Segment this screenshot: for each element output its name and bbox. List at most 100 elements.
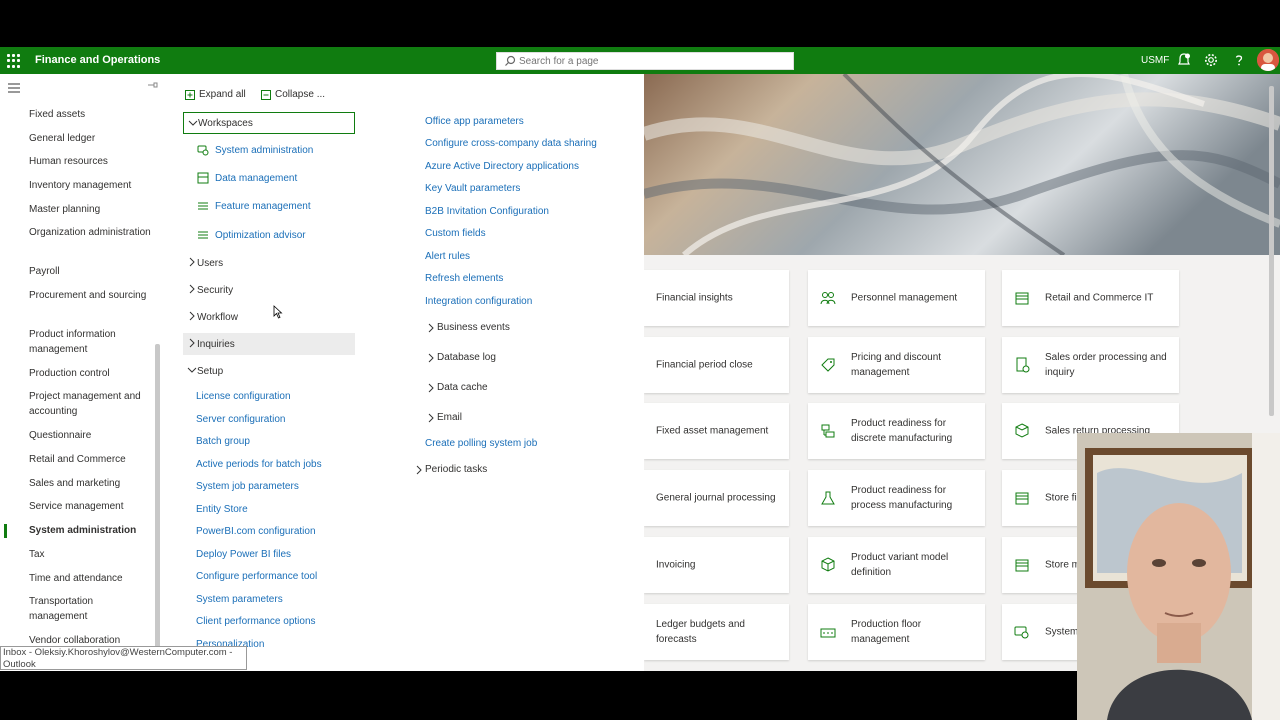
group-workspaces[interactable]: Workspaces (183, 112, 355, 134)
company-selector[interactable]: USMF (1141, 55, 1169, 66)
setup-link[interactable]: Server configuration (196, 414, 286, 425)
top-navigation-bar: Finance and Operations USMF (0, 47, 1280, 74)
setup-link[interactable]: B2B Invitation Configuration (425, 206, 549, 217)
screen: Finance and Operations USMF Fixed assets… (0, 0, 1280, 720)
setup-link[interactable]: Batch group (196, 436, 250, 447)
pin-icon[interactable] (148, 80, 158, 90)
nav-item-sales-and-marketing[interactable]: Sales and marketing (29, 476, 154, 491)
setup-link[interactable]: Entity Store (196, 504, 248, 515)
gear-icon[interactable] (1203, 52, 1219, 68)
tile-sales-order-processing[interactable]: Sales order processing and inquiry (1002, 337, 1179, 393)
subgroup-business-events[interactable]: Business events (428, 322, 510, 333)
nav-item-master-planning[interactable]: Master planning (29, 202, 154, 217)
flask-icon (821, 491, 835, 505)
nav-item-project-management-and-accounting[interactable]: Project management and accounting (29, 389, 154, 419)
hero-banner-image (644, 74, 1280, 255)
tile-production-floor-management[interactable]: Production floor management (808, 604, 985, 660)
tile-invoicing[interactable]: Invoicing (644, 537, 789, 593)
setup-link[interactable]: Alert rules (425, 251, 470, 262)
nav-item-system-administration[interactable]: System administration (29, 523, 154, 538)
setup-link[interactable]: Refresh elements (425, 273, 503, 284)
app-launcher-icon[interactable] (6, 53, 22, 69)
nav-item-fixed-assets[interactable]: Fixed assets (29, 107, 154, 122)
subgroup-data-cache[interactable]: Data cache (428, 382, 488, 393)
workspace-link-label: Data management (215, 172, 298, 184)
setup-link[interactable]: Integration configuration (425, 296, 532, 307)
dashboard-scrollbar[interactable] (1269, 86, 1274, 416)
tile-personnel-management[interactable]: Personnel management (808, 270, 985, 326)
help-icon[interactable] (1231, 52, 1247, 68)
nav-item-production-control[interactable]: Production control (29, 366, 154, 381)
nav-item-product-information-management[interactable]: Product information management (29, 327, 154, 357)
tile-product-readiness-process[interactable]: Product readiness for process manufactur… (808, 470, 985, 526)
people-icon (820, 292, 836, 305)
nav-item-service-management[interactable]: Service management (29, 499, 154, 514)
tile-financial-insights[interactable]: Financial insights (644, 270, 789, 326)
tile-pricing-and-discount-management[interactable]: Pricing and discount management (808, 337, 985, 393)
setup-link[interactable]: Deploy Power BI files (196, 549, 291, 560)
group-security[interactable]: Security (183, 279, 355, 301)
nav-item-tax[interactable]: Tax (29, 547, 154, 562)
setup-link[interactable]: Client performance options (196, 616, 316, 627)
tile-general-journal-processing[interactable]: General journal processing (644, 470, 789, 526)
tile-label: General journal processing (656, 492, 776, 504)
workspace-link-optimization-advisor[interactable]: Optimization advisor (197, 229, 306, 241)
nav-item-human-resources[interactable]: Human resources (29, 154, 154, 169)
tile-fixed-asset-management[interactable]: Fixed asset management (644, 403, 789, 459)
nav-item-inventory-management[interactable]: Inventory management (29, 178, 154, 193)
search-input[interactable] (519, 53, 789, 69)
expand-all-button[interactable]: Expand all (185, 89, 246, 100)
setup-link[interactable]: System parameters (196, 594, 283, 605)
setup-link[interactable]: Active periods for batch jobs (196, 459, 322, 470)
setup-link[interactable]: Custom fields (425, 228, 486, 239)
nav-item-transportation-management[interactable]: Transportation management (29, 594, 154, 624)
setup-link[interactable]: Office app parameters (425, 116, 524, 127)
search-box[interactable] (496, 52, 794, 70)
tile-label: Fixed asset management (656, 425, 769, 437)
subgroup-email[interactable]: Email (428, 412, 462, 423)
app-title[interactable]: Finance and Operations (35, 54, 160, 66)
group-periodic-tasks[interactable]: Periodic tasks (416, 464, 487, 475)
create-polling-system-job-link[interactable]: Create polling system job (425, 438, 537, 449)
workspace-icon (1014, 626, 1029, 639)
tile-product-readiness-discrete[interactable]: Product readiness for discrete manufactu… (808, 403, 985, 459)
nav-item-time-and-attendance[interactable]: Time and attendance (29, 571, 154, 586)
workspace-link-data-management[interactable]: Data management (197, 172, 297, 184)
setup-link[interactable]: Azure Active Directory applications (425, 161, 579, 172)
nav-item-retail-and-commerce[interactable]: Retail and Commerce (29, 452, 154, 467)
setup-link[interactable]: License configuration (196, 391, 291, 402)
nav-item-general-ledger[interactable]: General ledger (29, 131, 154, 146)
setup-link[interactable]: Key Vault parameters (425, 183, 520, 194)
avatar[interactable] (1257, 49, 1279, 71)
workspace-link-feature-management[interactable]: Feature management (197, 200, 311, 212)
tile-label: Product variant model definition (851, 552, 949, 578)
tile-product-variant-model[interactable]: Product variant model definition (808, 537, 985, 593)
taskbar-tooltip: Inbox - Oleksiy.Khoroshylov@WesternCompu… (0, 646, 247, 670)
nav-item-questionnaire[interactable]: Questionnaire (29, 428, 154, 443)
group-inquiries[interactable]: Inquiries (183, 333, 355, 355)
group-users[interactable]: Users (183, 252, 355, 274)
subgroup-database-log[interactable]: Database log (428, 352, 496, 363)
nav-item-organization-administration[interactable]: Organization administration (29, 225, 154, 240)
group-setup[interactable]: Setup (183, 360, 355, 382)
tile-ledger-budgets-and-forecasts[interactable]: Ledger budgets and forecasts (644, 604, 789, 660)
nav-item-payroll[interactable]: Payroll (29, 264, 154, 279)
setup-link[interactable]: Configure cross-company data sharing (425, 138, 597, 149)
mouse-cursor-icon (273, 305, 283, 319)
store-icon (1015, 492, 1029, 505)
workspace-link-system-administration[interactable]: System administration (197, 144, 313, 156)
collapse-all-button[interactable]: Collapse ... (261, 89, 325, 100)
group-workflow[interactable]: Workflow (183, 306, 355, 328)
nav-scrollbar[interactable] (155, 344, 160, 664)
hamburger-menu-icon[interactable] (8, 83, 20, 93)
setup-link[interactable]: System job parameters (196, 481, 299, 492)
cube-icon (821, 557, 835, 572)
setup-link[interactable]: Configure performance tool (196, 571, 317, 582)
tile-label: Invoicing (656, 559, 696, 571)
setup-link[interactable]: PowerBI.com configuration (196, 526, 316, 537)
tile-label: Product readiness for process manufactur… (851, 485, 953, 511)
tile-retail-and-commerce-it[interactable]: Retail and Commerce IT (1002, 270, 1179, 326)
nav-item-procurement-and-sourcing[interactable]: Procurement and sourcing (29, 288, 154, 303)
tile-financial-period-close[interactable]: Financial period close (644, 337, 789, 393)
notification-icon[interactable] (1176, 52, 1192, 68)
